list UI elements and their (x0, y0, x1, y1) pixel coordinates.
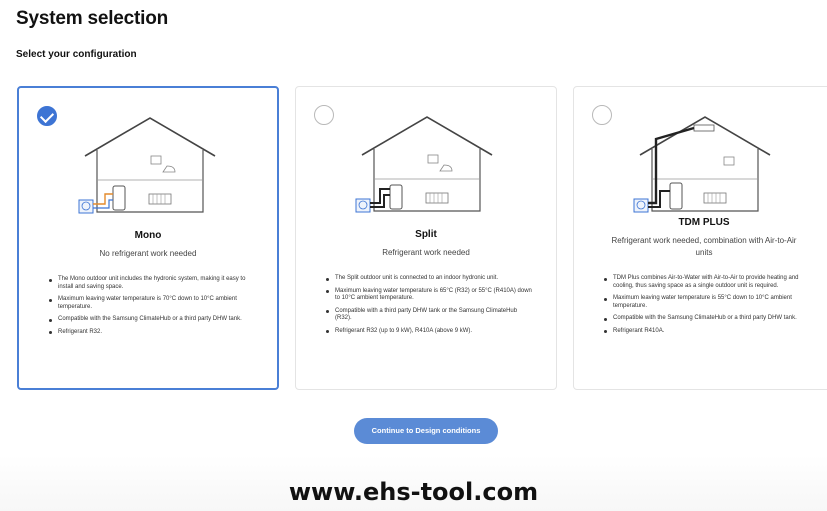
page-subtitle: Select your configuration (16, 49, 137, 60)
card-description: Refrigerant work needed, combination wit… (611, 236, 797, 257)
list-item: The Split outdoor unit is connected to a… (326, 275, 532, 283)
list-item: Maximum leaving water temperature is 65°… (326, 288, 532, 303)
feature-list: The Mono outdoor unit includes the hydro… (49, 276, 253, 341)
house-icon (355, 116, 493, 213)
card-name: TDM PLUS (678, 217, 730, 228)
house-icon (633, 116, 771, 213)
empty-circle-icon[interactable] (314, 105, 334, 125)
list-item: Refrigerant R32. (49, 329, 253, 337)
feature-list: TDM Plus combines Air-to-Water with Air-… (604, 275, 810, 340)
list-item: Refrigerant R32 (up to 9 kW), R410A (abo… (326, 328, 532, 336)
list-item: The Mono outdoor unit includes the hydro… (49, 276, 253, 291)
config-card-mono[interactable]: Mono No refrigerant work needed The Mono… (17, 86, 279, 390)
list-item: Compatible with the Samsung ClimateHub o… (604, 315, 810, 323)
page-title: System selection (16, 8, 169, 29)
list-item: Refrigerant R410A. (604, 328, 810, 336)
check-circle-icon[interactable] (37, 106, 57, 126)
list-item: Maximum leaving water temperature is 55°… (604, 295, 810, 310)
card-description: Refrigerant work needed (382, 248, 470, 257)
list-item: Maximum leaving water temperature is 70°… (49, 296, 253, 311)
list-item: Compatible with a third party DHW tank o… (326, 308, 532, 323)
card-description: No refrigerant work needed (99, 249, 197, 258)
config-card-split[interactable]: Split Refrigerant work needed The Split … (295, 86, 557, 390)
card-name: Mono (134, 230, 162, 241)
continue-to-design-conditions-button[interactable]: Continue to Design conditions (354, 418, 498, 444)
watermark-text: www.ehs-tool.com (288, 478, 539, 506)
card-name: Split (415, 229, 437, 240)
empty-circle-icon[interactable] (592, 105, 612, 125)
feature-list: The Split outdoor unit is connected to a… (326, 275, 532, 340)
list-item: Compatible with the Samsung ClimateHub o… (49, 316, 253, 324)
config-card-tdm-plus[interactable]: TDM PLUS Refrigerant work needed, combin… (573, 86, 827, 390)
house-icon (78, 117, 216, 214)
list-item: TDM Plus combines Air-to-Water with Air-… (604, 275, 810, 290)
